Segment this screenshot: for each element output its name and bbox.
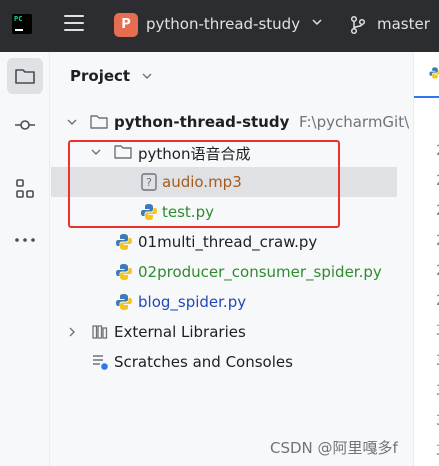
git-branch-icon[interactable]	[349, 15, 367, 35]
root-folder-path: F:\pycharmGit\	[299, 113, 410, 131]
active-tab-indicator	[414, 96, 439, 98]
tree-node-root[interactable]: python-thread-study F:\pycharmGit\	[51, 107, 413, 137]
tree-node-scratches[interactable]: Scratches and Consoles	[51, 347, 413, 377]
tree-node-external-libraries[interactable]: External Libraries	[51, 317, 413, 347]
structure-tool-button[interactable]	[7, 171, 43, 207]
scratches-label: Scratches and Consoles	[114, 353, 293, 371]
library-icon	[92, 325, 108, 339]
title-bar: PC P python-thread-study master	[0, 0, 439, 52]
highlight-annotation-box	[68, 140, 340, 228]
panel-title[interactable]: Project	[70, 67, 130, 85]
python-file-icon[interactable]	[428, 66, 439, 80]
chevron-right-icon[interactable]	[66, 326, 78, 338]
python-file-icon	[116, 234, 132, 250]
python-file-icon	[116, 264, 132, 280]
pycharm-logo-text: PC	[14, 15, 23, 23]
pycharm-logo: PC	[12, 14, 32, 34]
chevron-down-icon[interactable]	[141, 70, 153, 82]
folder-icon	[90, 115, 108, 129]
tree-node-file-3[interactable]: blog_spider.py	[51, 287, 413, 317]
python-file-icon	[116, 294, 132, 310]
chevron-down-icon[interactable]	[66, 116, 78, 128]
git-branch-selector[interactable]: master	[377, 15, 430, 33]
watermark: CSDN @阿里嘎多f	[270, 439, 398, 457]
scratches-icon	[93, 355, 108, 370]
tree-node-file-1[interactable]: 01multi_thread_craw.py	[51, 227, 413, 257]
file-2-label: 02producer_consumer_spider.py	[138, 263, 382, 281]
commit-tool-button[interactable]	[7, 107, 43, 143]
folder-icon	[15, 69, 35, 84]
file-3-label: blog_spider.py	[138, 293, 247, 311]
structure-icon	[16, 179, 34, 198]
project-panel: Project python-thread-study F:\pycharmGi…	[51, 52, 413, 466]
main-menu-icon[interactable]	[64, 15, 84, 33]
project-tool-button[interactable]	[7, 58, 43, 94]
project-badge[interactable]: P	[114, 13, 138, 37]
commit-icon	[15, 120, 35, 130]
root-folder-label: python-thread-study	[114, 113, 290, 131]
external-libraries-label: External Libraries	[114, 323, 246, 341]
more-icon	[15, 238, 35, 242]
tree-node-file-2[interactable]: 02producer_consumer_spider.py	[51, 257, 413, 287]
more-tools-button[interactable]	[7, 222, 43, 258]
chevron-down-icon[interactable]	[310, 15, 324, 29]
project-selector[interactable]: python-thread-study	[146, 15, 300, 33]
pycharm-logo-bar	[15, 29, 23, 31]
file-1-label: 01multi_thread_craw.py	[138, 233, 318, 251]
tool-window-strip	[0, 52, 50, 466]
editor-area: 2 2 2 2 2 2 3 3 3 3 3	[413, 52, 439, 466]
